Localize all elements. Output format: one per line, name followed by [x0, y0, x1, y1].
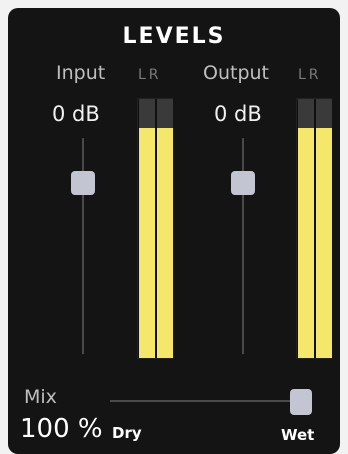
output-lr-label: LR — [298, 67, 322, 83]
input-meter-left — [139, 99, 155, 358]
output-meter-right-fill — [316, 127, 332, 358]
output-level-meter — [296, 98, 332, 359]
output-slider-thumb[interactable] — [231, 170, 255, 195]
input-slider-thumb[interactable] — [71, 170, 95, 195]
mix-wet-label: Wet — [281, 426, 315, 444]
panel-title: LEVELS — [122, 24, 226, 49]
output-meter-left — [298, 99, 314, 358]
input-label: Input — [56, 62, 106, 84]
input-level-meter — [137, 98, 173, 359]
output-meter-left-fill — [298, 127, 314, 358]
output-db-value: 0 dB — [214, 102, 262, 126]
input-db-value: 0 dB — [52, 102, 100, 126]
mix-dry-label: Dry — [112, 424, 142, 442]
input-meter-right — [157, 99, 173, 358]
mix-slider-track[interactable] — [110, 400, 312, 402]
output-label: Output — [203, 62, 269, 84]
input-meter-left-fill — [139, 127, 155, 358]
mix-label: Mix — [24, 386, 57, 408]
input-meter-right-fill — [157, 127, 173, 358]
output-meter-right — [316, 99, 332, 358]
input-lr-label: LR — [138, 67, 162, 83]
mix-value: 100 % — [20, 414, 103, 444]
mix-slider-thumb[interactable] — [290, 389, 312, 415]
